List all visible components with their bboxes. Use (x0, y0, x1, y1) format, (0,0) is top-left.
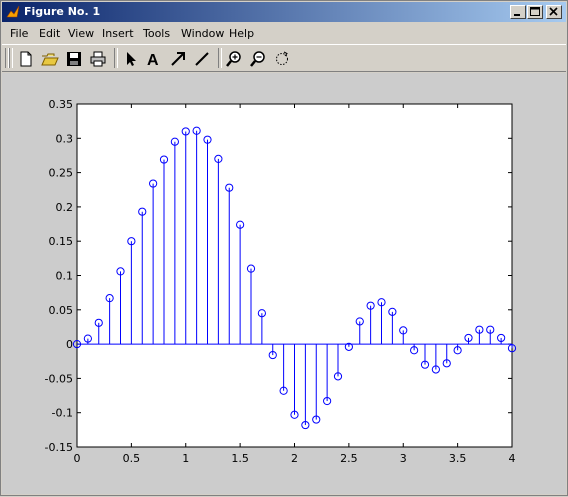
x-tick-label: 0 (74, 452, 81, 465)
y-tick-label: 0.25 (49, 167, 74, 180)
y-tick-label: -0.1 (52, 407, 73, 420)
open-button[interactable] (40, 49, 60, 69)
figure-canvas: 0 0.5 1 1.5 2 2.5 3 3.5 4 -0.15 -0.1 -0.05 0 0.05 0.1 0… (2, 73, 566, 494)
text-tool-label: A (147, 52, 159, 69)
minimize-icon (514, 14, 520, 16)
save-icon (67, 52, 81, 66)
select-button[interactable] (120, 49, 140, 69)
x-tick-label: 3 (400, 452, 407, 465)
zoom-in-button[interactable] (224, 49, 244, 69)
print-button[interactable] (88, 49, 108, 69)
open-folder-icon (41, 53, 59, 66)
x-tick-label: 0.5 (123, 452, 141, 465)
y-tick-label: -0.05 (45, 372, 73, 385)
y-tick-label: 0.05 (49, 304, 74, 317)
toolbar-separator (218, 48, 222, 68)
y-tick-label: 0.3 (56, 132, 74, 145)
x-tick-label: 1 (182, 452, 189, 465)
x-tick-label: 2.5 (340, 452, 358, 465)
y-tick-label: 0.15 (49, 235, 74, 248)
menu-tools[interactable]: Tools (143, 27, 170, 40)
x-tick-label: 3.5 (449, 452, 467, 465)
y-tick-label: -0.15 (45, 441, 73, 454)
menu-file[interactable]: File (10, 27, 28, 40)
insert-line-icon (195, 52, 209, 66)
maximize-button[interactable] (527, 5, 543, 19)
close-button[interactable] (546, 5, 562, 19)
insert-arrow-button[interactable] (168, 49, 188, 69)
y-tick-label: 0.35 (49, 98, 74, 111)
maximize-icon (530, 7, 540, 16)
y-tick-label: 0.2 (56, 201, 74, 214)
window-title: Figure No. 1 (24, 5, 101, 18)
insert-arrow-icon (171, 52, 185, 66)
matlab-logo-icon (6, 5, 20, 18)
x-tick-label: 1.5 (231, 452, 249, 465)
rotate-icon (276, 51, 288, 65)
menu-insert[interactable]: Insert (102, 27, 134, 40)
new-file-icon (20, 51, 32, 67)
insert-line-button[interactable] (192, 49, 212, 69)
title-bar[interactable]: Figure No. 1 (2, 2, 566, 22)
menu-bar: File Edit View Insert Tools Window Help (2, 23, 566, 43)
save-button[interactable] (64, 49, 84, 69)
menu-help[interactable]: Help (229, 27, 254, 40)
menu-view[interactable]: View (68, 27, 94, 40)
zoom-out-icon (250, 51, 265, 67)
figure-window: Figure No. 1 File Edit View Insert Tools… (0, 0, 568, 496)
rotate-button[interactable] (272, 49, 292, 69)
y-tick-label: 0.1 (56, 270, 74, 283)
minimize-button[interactable] (510, 5, 526, 19)
toolbar-grip[interactable] (9, 48, 13, 68)
stem-plot: 0 0.5 1 1.5 2 2.5 3 3.5 4 -0.15 -0.1 -0.05 0 0.05 0.1 0… (45, 98, 517, 465)
toolbar-separator (114, 48, 118, 68)
pointer-arrow-icon (127, 52, 136, 66)
menu-edit[interactable]: Edit (39, 27, 60, 40)
zoom-out-button[interactable] (248, 49, 268, 69)
x-tick-label: 2 (291, 452, 298, 465)
toolbar: A (2, 44, 566, 72)
menu-window[interactable]: Window (181, 27, 224, 40)
new-file-button[interactable] (16, 49, 36, 69)
print-icon (90, 51, 106, 67)
insert-text-icon: A (147, 52, 159, 69)
zoom-in-icon (226, 51, 241, 67)
y-tick-label: 0 (66, 338, 73, 351)
insert-text-button[interactable]: A (144, 49, 164, 69)
x-tick-label: 4 (509, 452, 516, 465)
close-icon (549, 7, 558, 16)
